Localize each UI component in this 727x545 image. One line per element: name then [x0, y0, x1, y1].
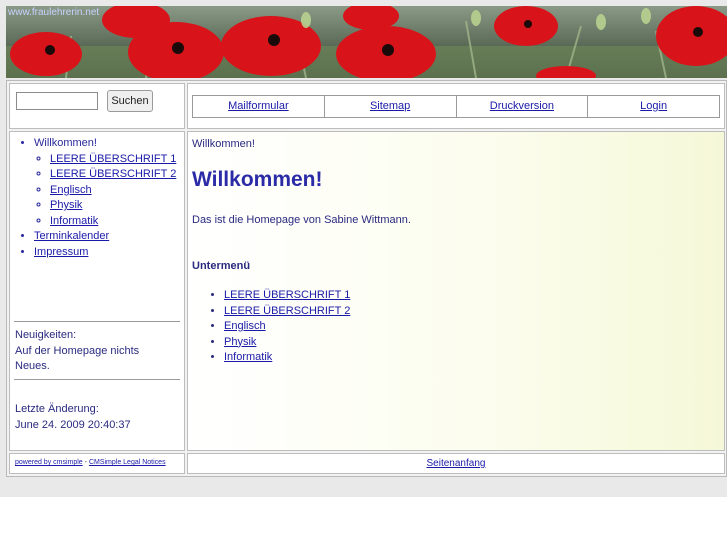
poppy-image [6, 6, 727, 78]
nav-sitemap[interactable]: Sitemap [325, 96, 457, 117]
top-nav: Mailformular Sitemap Druckversion Login [192, 95, 720, 118]
submenu-item-physik[interactable]: Physik [224, 336, 256, 348]
main-content: Willkommen! Willkommen! Das ist die Home… [187, 131, 725, 451]
last-change-value: June 24. 2009 20:40:37 [15, 418, 131, 431]
top-nav-cell: Mailformular Sitemap Druckversion Login [187, 83, 725, 129]
submenu-item-leere-1[interactable]: LEERE ÜBERSCHRIFT 1 [224, 289, 350, 301]
sidebar-item-informatik[interactable]: Informatik [50, 215, 98, 227]
search-cell: Suchen [9, 83, 185, 129]
intro-text: Das ist die Homepage von Sabine Wittmann… [192, 214, 411, 226]
submenu-item-informatik[interactable]: Informatik [224, 351, 272, 363]
legal-notices-link[interactable]: CMSimple Legal Notices [89, 459, 166, 466]
submenu-item-englisch[interactable]: Englisch [224, 320, 266, 332]
last-change-label: Letzte Änderung: [15, 403, 99, 415]
page-frame: www.fraulehrerin.net Suchen Mailformular… [0, 0, 727, 497]
footer-right: Seitenanfang [187, 453, 725, 474]
page-title: Willkommen! [192, 168, 323, 191]
submenu-heading: Untermenü [192, 260, 251, 272]
last-change-box: Letzte Änderung: June 24. 2009 20:40:37 [15, 402, 131, 433]
sidebar-item-leere-2[interactable]: LEERE ÜBERSCHRIFT 2 [50, 168, 176, 180]
sidebar-item-physik[interactable]: Physik [50, 199, 82, 211]
header-banner: www.fraulehrerin.net [6, 6, 727, 78]
search-button[interactable]: Suchen [107, 90, 153, 112]
sidebar-divider [14, 321, 180, 322]
news-box: Neuigkeiten: Auf der Homepage nichts Neu… [15, 328, 139, 375]
news-line: Neues. [15, 360, 50, 372]
sidebar-item-terminkalender[interactable]: Terminkalender [34, 230, 109, 242]
sidebar-item-leere-1[interactable]: LEERE ÜBERSCHRIFT 1 [50, 153, 176, 165]
nav-login[interactable]: Login [588, 96, 719, 117]
sidebar-item-willkommen: Willkommen! [34, 137, 97, 149]
news-label: Neuigkeiten: [15, 329, 77, 341]
site-domain-label: www.fraulehrerin.net [8, 7, 100, 18]
nav-mailformular[interactable]: Mailformular [193, 96, 325, 117]
submenu-list: LEERE ÜBERSCHRIFT 1 LEERE ÜBERSCHRIFT 2 … [192, 288, 350, 366]
news-line: Auf der Homepage nichts [15, 344, 140, 357]
layout-table: Suchen Mailformular Sitemap Druckversion… [6, 80, 727, 477]
sidebar-item-englisch[interactable]: Englisch [50, 184, 92, 196]
footer-links: powered by cmsimple - CMSimple Legal Not… [15, 459, 166, 466]
sidebar: Willkommen! LEERE ÜBERSCHRIFT 1 LEERE ÜB… [9, 131, 185, 451]
breadcrumb: Willkommen! [192, 138, 255, 150]
sidebar-item-impressum[interactable]: Impressum [34, 246, 88, 258]
sidebar-menu: Willkommen! LEERE ÜBERSCHRIFT 1 LEERE ÜB… [18, 136, 176, 260]
submenu-item-leere-2[interactable]: LEERE ÜBERSCHRIFT 2 [224, 305, 350, 317]
footer-left: powered by cmsimple - CMSimple Legal Not… [9, 453, 185, 474]
powered-by-link[interactable]: powered by cmsimple [15, 459, 83, 466]
search-input[interactable] [16, 92, 98, 110]
nav-druckversion[interactable]: Druckversion [457, 96, 589, 117]
sidebar-divider [14, 379, 180, 380]
back-to-top-link[interactable]: Seitenanfang [188, 458, 724, 469]
